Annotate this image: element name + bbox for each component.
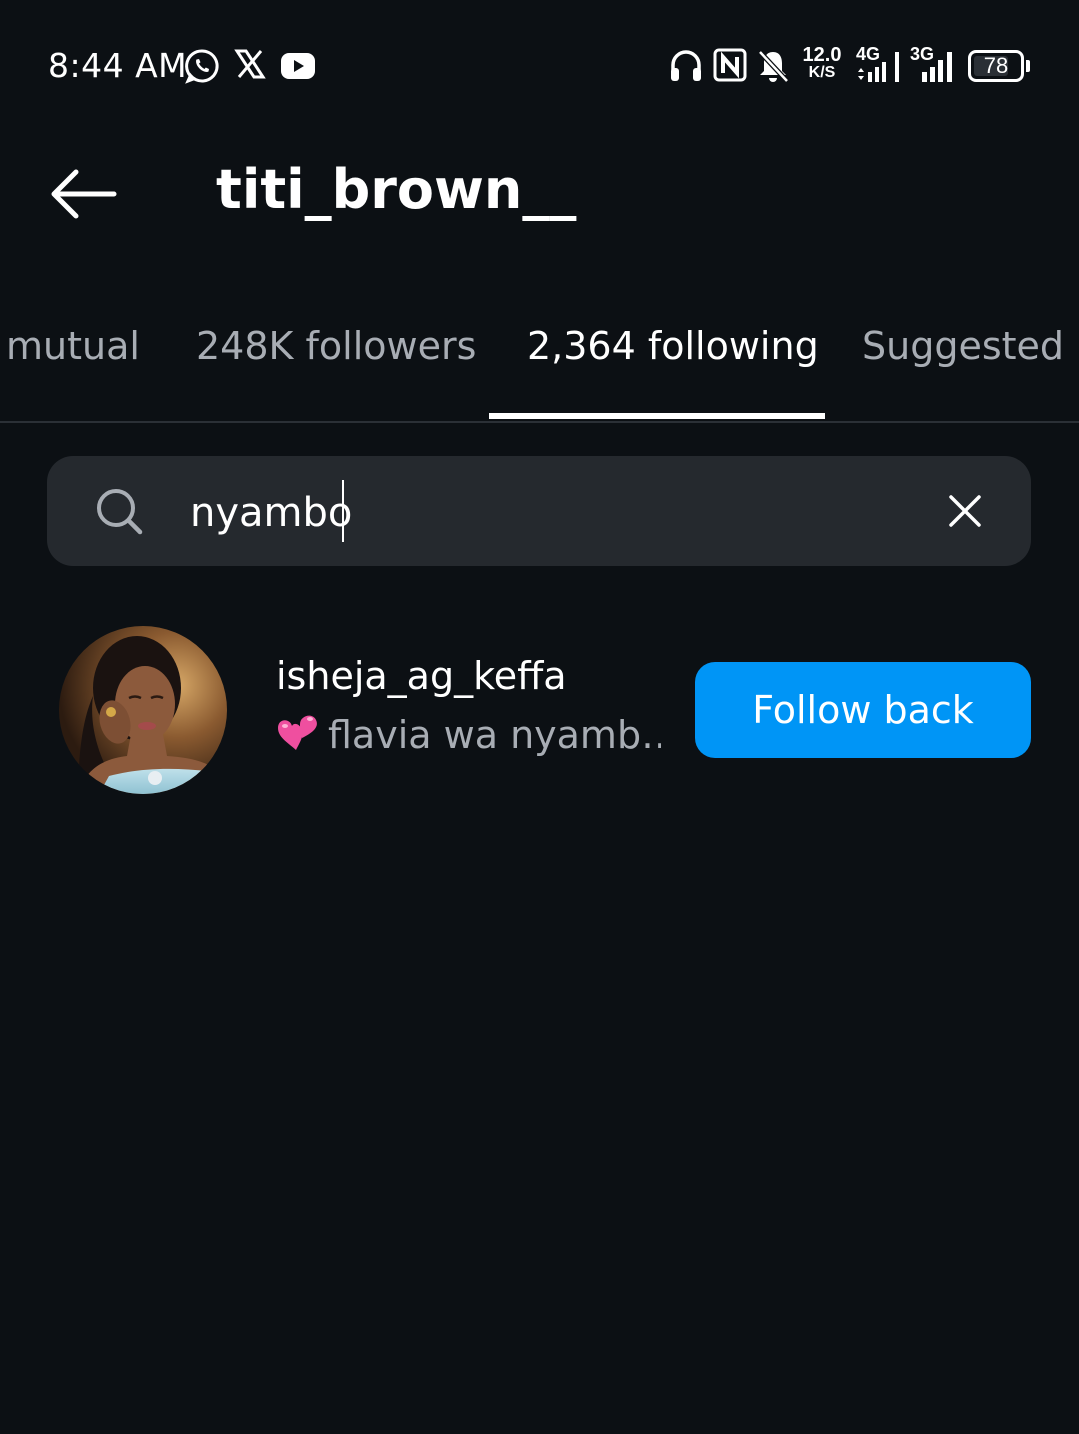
network-speed-unit: K/S — [808, 64, 836, 81]
tabs-divider — [0, 421, 1079, 423]
avatar[interactable] — [59, 626, 227, 794]
text-cursor — [342, 480, 344, 542]
search-icon — [97, 489, 143, 535]
signal-3g: 3G — [910, 44, 956, 86]
result-username[interactable]: isheja_ag_keffa — [276, 654, 567, 698]
headphones-icon — [671, 50, 701, 81]
page-title: titi_brown__ — [216, 158, 577, 221]
search-input[interactable] — [190, 484, 890, 542]
tab-bar: mutual 248K followers 2,364 following Su… — [0, 300, 1079, 424]
signal-4g: 4G — [856, 44, 902, 86]
two-hearts-icon — [278, 715, 317, 750]
battery-tip — [1026, 60, 1030, 72]
profile-photo — [59, 626, 227, 794]
x-icon — [234, 49, 266, 79]
clear-search-icon[interactable] — [946, 492, 984, 530]
back-arrow-icon[interactable] — [48, 166, 118, 222]
battery-level: 78 — [983, 53, 1009, 78]
status-time: 8:44 AM — [48, 46, 188, 85]
bell-off-icon — [758, 50, 789, 83]
follow-back-button[interactable]: Follow back — [695, 662, 1031, 758]
nfc-icon — [713, 48, 747, 82]
signal-bars-icon — [858, 52, 899, 82]
network-speed: 12.0 K/S — [802, 44, 842, 82]
tab-mutual[interactable]: mutual — [6, 324, 140, 368]
result-subtitle-text: flavia wa nyamb… — [328, 713, 661, 757]
tab-suggested[interactable]: Suggested — [862, 324, 1064, 368]
battery-indicator: 78 — [968, 50, 1030, 82]
signal-bars-icon — [922, 52, 952, 82]
tab-followers[interactable]: 248K followers — [196, 324, 476, 368]
active-tab-indicator — [489, 413, 825, 419]
status-bar: 8:44 AM 12.0 K/S 4G 3G 78 — [0, 0, 1079, 135]
whatsapp-icon — [185, 49, 219, 84]
network-speed-value: 12.0 — [802, 44, 842, 66]
result-subtitle: flavia wa nyamb… — [276, 708, 661, 757]
youtube-icon — [281, 53, 315, 79]
tab-following[interactable]: 2,364 following — [527, 324, 819, 368]
